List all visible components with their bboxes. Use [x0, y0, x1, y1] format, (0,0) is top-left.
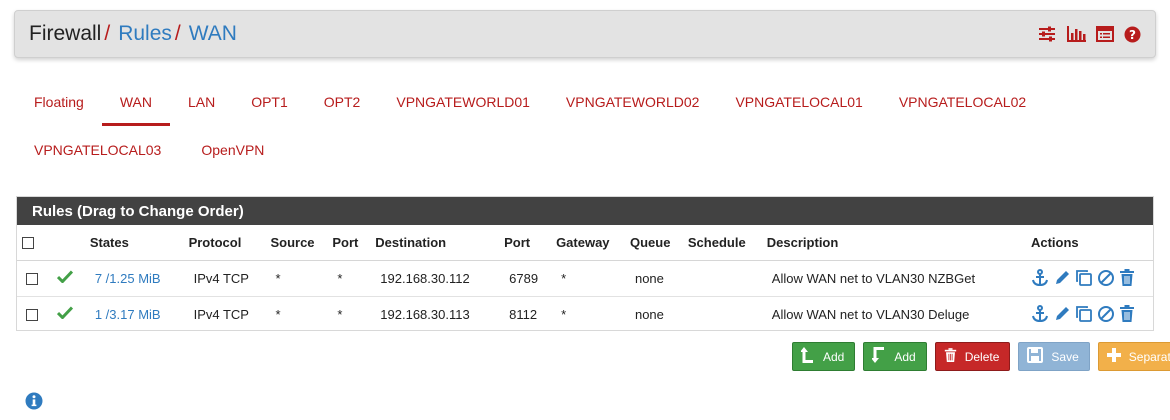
row-checkbox[interactable] — [26, 309, 38, 322]
gateway-cell: * — [556, 260, 630, 297]
check-icon[interactable] — [56, 306, 73, 322]
dest-port-cell: 6789 — [504, 260, 557, 297]
column-header[interactable]: Gateway — [556, 225, 630, 261]
tab-wan[interactable]: WAN — [101, 78, 171, 126]
states-link[interactable]: 1 /3.17 MiB — [95, 307, 161, 322]
anchor-icon[interactable] — [1031, 305, 1049, 323]
destination-cell: 192.168.30.112 — [375, 260, 505, 297]
bar-chart-icon[interactable] — [1066, 26, 1086, 42]
table-header-row: States Protocol Source Port Destination … — [17, 225, 1153, 261]
edit-pencil-icon[interactable] — [1053, 269, 1071, 287]
tab-vpngateworld01[interactable]: VPNGATEWORLD01 — [378, 78, 548, 126]
source-cell: * — [275, 306, 281, 322]
anchor-icon[interactable] — [1031, 269, 1049, 287]
select-all-checkbox[interactable] — [22, 237, 34, 250]
tab-vpngatelocal02[interactable]: VPNGATELOCAL02 — [881, 78, 1044, 126]
row-actions — [1031, 269, 1153, 287]
breadcrumb-rules-link[interactable]: Rules — [118, 22, 172, 46]
tab-opt2[interactable]: OPT2 — [306, 78, 379, 126]
source-port-cell: * — [337, 306, 343, 322]
panel-title: Rules (Drag to Change Order) — [17, 197, 1153, 225]
breadcrumb-firewall: Firewall — [29, 22, 102, 45]
table-row[interactable]: 1 /3.17 MiB IPv4 TCP * * 192.168.30.113 … — [17, 296, 1153, 332]
table-row[interactable]: 7 /1.25 MiB IPv4 TCP * * 192.168.30.112 … — [17, 260, 1153, 297]
source-cell: * — [270, 260, 333, 297]
column-header[interactable]: Port — [504, 225, 557, 261]
breadcrumb: Firewall / Rules / WAN — [29, 22, 237, 46]
help-icon[interactable]: ? — [1124, 26, 1141, 43]
sliders-icon[interactable] — [1038, 26, 1056, 42]
column-header[interactable]: Description — [766, 225, 1031, 261]
add-rule-top-button[interactable]: Add — [792, 342, 856, 371]
tab-openvpn[interactable]: OpenVPN — [179, 126, 282, 174]
rule-action-buttons: Add Add Delete Save Separator — [792, 342, 1170, 371]
column-header[interactable]: Protocol — [188, 225, 271, 261]
tab-opt1[interactable]: OPT1 — [233, 78, 306, 126]
column-header[interactable]: Queue — [629, 225, 688, 261]
add-separator-button[interactable]: Separator — [1097, 342, 1170, 371]
trash-icon[interactable] — [1119, 305, 1135, 323]
column-header[interactable]: Destination — [375, 225, 505, 261]
trash-icon — [944, 347, 957, 366]
schedule-cell — [687, 260, 767, 297]
arrow-up-icon — [800, 347, 815, 366]
column-header[interactable]: States — [89, 225, 189, 261]
table-icon[interactable] — [1096, 26, 1114, 42]
protocol-cell: IPv4 TCP — [193, 306, 249, 322]
disable-icon[interactable] — [1097, 269, 1115, 287]
tab-floating[interactable]: Floating — [16, 78, 102, 126]
breadcrumb-bar: Firewall / Rules / WAN ? — [14, 10, 1156, 58]
copy-icon[interactable] — [1075, 305, 1093, 323]
rules-table: States Protocol Source Port Destination … — [17, 225, 1153, 332]
description-cell: Allow WAN net to VLAN30 NZBGet — [766, 260, 1031, 297]
tab-lan[interactable]: LAN — [170, 78, 233, 126]
trash-icon[interactable] — [1119, 269, 1135, 287]
queue-cell: none — [634, 306, 664, 322]
edit-pencil-icon[interactable] — [1053, 305, 1071, 323]
breadcrumb-separator: / — [104, 22, 111, 45]
delete-button[interactable]: Delete — [934, 342, 1011, 371]
states-link[interactable]: 7 /1.25 MiB — [95, 271, 161, 286]
svg-text:?: ? — [1129, 28, 1136, 42]
breadcrumb-wan-link[interactable]: WAN — [189, 22, 237, 46]
copy-icon[interactable] — [1075, 269, 1093, 287]
source-port-cell: * — [332, 260, 376, 297]
tab-vpngateworld02[interactable]: VPNGATEWORLD02 — [548, 78, 718, 126]
interface-tabs: Floating WAN LAN OPT1 OPT2 VPNGATEWORLD0… — [16, 78, 1156, 174]
floppy-disk-icon — [1027, 347, 1044, 366]
add-rule-bottom-button[interactable]: Add — [863, 342, 927, 371]
schedule-cell — [688, 296, 767, 332]
arrow-down-icon — [871, 347, 886, 366]
row-checkbox[interactable] — [26, 273, 38, 286]
breadcrumb-separator: / — [174, 22, 181, 45]
tab-vpngatelocal03[interactable]: VPNGATELOCAL03 — [16, 126, 179, 174]
info-icon[interactable] — [25, 392, 43, 415]
protocol-cell: IPv4 TCP — [188, 260, 271, 297]
description-cell: Allow WAN net to VLAN30 Deluge — [771, 306, 970, 322]
gateway-cell: * — [561, 306, 567, 322]
plus-icon — [1106, 348, 1121, 365]
rules-panel: Rules (Drag to Change Order) States Prot… — [16, 196, 1154, 331]
column-header[interactable]: Port — [332, 225, 376, 261]
dest-port-cell: 8112 — [509, 306, 538, 322]
check-icon[interactable] — [56, 270, 73, 286]
queue-cell: none — [629, 260, 688, 297]
column-header[interactable]: Source — [270, 225, 333, 261]
row-actions — [1031, 305, 1153, 323]
tab-vpngatelocal01[interactable]: VPNGATELOCAL01 — [717, 78, 880, 126]
disable-icon[interactable] — [1097, 305, 1115, 323]
destination-cell: 192.168.30.113 — [380, 306, 470, 322]
column-header[interactable]: Schedule — [687, 225, 767, 261]
column-header: Actions — [1030, 225, 1153, 261]
save-button[interactable]: Save — [1018, 342, 1090, 371]
